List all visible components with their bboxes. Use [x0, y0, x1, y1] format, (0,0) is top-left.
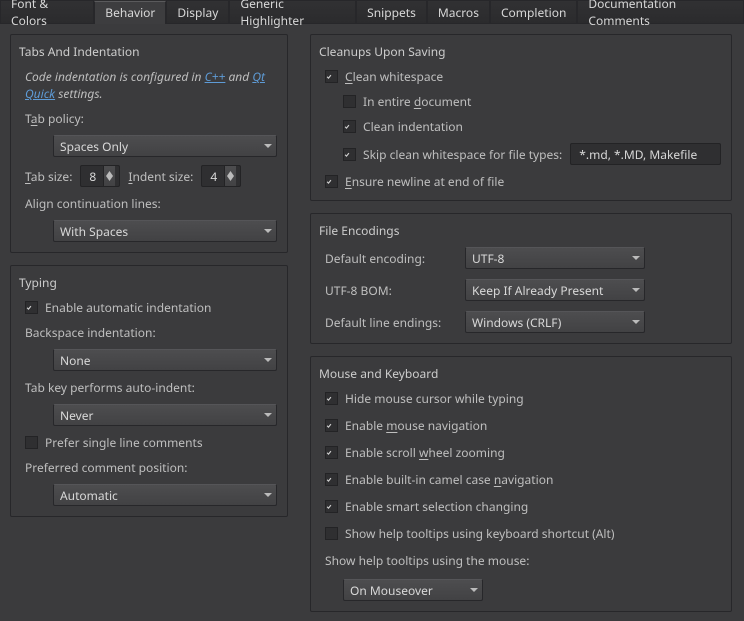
line-endings-label: Default line endings:: [325, 314, 455, 331]
comment-pos-label: Preferred comment position:: [25, 459, 277, 476]
link-cpp[interactable]: C++: [205, 68, 226, 85]
chevron-down-icon: [264, 136, 272, 156]
typing-section: Typing Enable automatic indentation Back…: [10, 265, 288, 517]
tab-doc-comments[interactable]: Documentation Comments: [577, 0, 744, 23]
wheel-zoom-checkbox[interactable]: Enable scroll wheel zooming: [325, 444, 721, 461]
tabkey-label: Tab key performs auto-indent:: [25, 379, 277, 396]
tab-display[interactable]: Display: [166, 0, 229, 23]
indent-note: Code indentation is configured in C++ an…: [25, 68, 277, 102]
file-encodings-section: File Encodings Default encoding: UTF-8 U…: [310, 213, 732, 344]
backspace-label: Backspace indentation:: [25, 324, 277, 341]
utf8-bom-combo[interactable]: Keep If Already Present: [465, 279, 645, 301]
clean-indentation-checkbox[interactable]: Clean indentation: [343, 118, 721, 135]
align-label: Align continuation lines:: [25, 195, 277, 212]
tab-font-colors[interactable]: Font & Colors: [0, 0, 94, 23]
backspace-combo[interactable]: None: [53, 349, 277, 371]
tab-generic-highlighter[interactable]: Generic Highlighter: [229, 0, 356, 23]
tab-behavior[interactable]: Behavior: [94, 1, 166, 24]
settings-tabbar: Font & Colors Behavior Display Generic H…: [0, 0, 744, 24]
help-tooltips-mouse-combo[interactable]: On Mouseover: [343, 579, 483, 601]
tab-policy-label: Tab policy:: [25, 110, 277, 127]
clean-whitespace-checkbox[interactable]: Clean whitespace: [325, 68, 721, 85]
ensure-newline-checkbox[interactable]: Ensure newline at end of file: [325, 173, 721, 190]
tab-size-spin[interactable]: [80, 165, 120, 187]
default-encoding-combo[interactable]: UTF-8: [465, 247, 645, 269]
prefer-single-line-checkbox[interactable]: Prefer single line comments: [25, 434, 277, 451]
default-encoding-label: Default encoding:: [325, 250, 455, 267]
indent-size-label: Indent size:: [128, 168, 193, 185]
chevron-down-icon: [632, 248, 640, 268]
line-endings-combo[interactable]: Windows (CRLF): [465, 311, 645, 333]
camel-case-checkbox[interactable]: Enable built-in camel case navigation: [325, 471, 721, 488]
skip-clean-ws-checkbox[interactable]: Skip clean whitespace for file types:: [343, 146, 562, 163]
tab-macros[interactable]: Macros: [427, 0, 490, 23]
help-tooltips-alt-checkbox[interactable]: Show help tooltips using keyboard shortc…: [325, 525, 721, 542]
chevron-down-icon: [264, 485, 272, 505]
tab-completion[interactable]: Completion: [490, 0, 577, 23]
chevron-down-icon: [632, 312, 640, 332]
smart-selection-checkbox[interactable]: Enable smart selection changing: [325, 498, 721, 515]
chevron-down-icon: [264, 350, 272, 370]
in-entire-document-checkbox[interactable]: In entire document: [343, 93, 721, 110]
indent-size-spin[interactable]: [201, 165, 241, 187]
tabs-indentation-section: Tabs And Indentation Code indentation is…: [10, 34, 288, 253]
section-title: Cleanups Upon Saving: [311, 35, 731, 66]
tab-size-label: Tab size:: [25, 168, 72, 185]
spinner-arrows-icon[interactable]: [103, 166, 115, 186]
section-title: Tabs And Indentation: [11, 35, 287, 66]
spinner-arrows-icon[interactable]: [224, 166, 236, 186]
chevron-down-icon: [470, 580, 478, 600]
chevron-down-icon: [264, 221, 272, 241]
mouse-keyboard-section: Mouse and Keyboard Hide mouse cursor whi…: [310, 356, 732, 612]
skip-filetypes-input[interactable]: [570, 143, 721, 165]
enable-auto-indent-checkbox[interactable]: Enable automatic indentation: [25, 299, 277, 316]
help-tooltips-mouse-label: Show help tooltips using the mouse:: [325, 552, 721, 569]
chevron-down-icon: [632, 280, 640, 300]
section-title: Typing: [11, 266, 287, 297]
comment-pos-combo[interactable]: Automatic: [53, 484, 277, 506]
section-title: File Encodings: [311, 214, 731, 245]
tab-policy-combo[interactable]: Spaces Only: [53, 135, 277, 157]
hide-cursor-checkbox[interactable]: Hide mouse cursor while typing: [325, 390, 721, 407]
section-title: Mouse and Keyboard: [311, 357, 731, 388]
tab-snippets[interactable]: Snippets: [356, 0, 427, 23]
utf8-bom-label: UTF-8 BOM:: [325, 282, 455, 299]
mouse-nav-checkbox[interactable]: Enable mouse navigation: [325, 417, 721, 434]
cleanups-section: Cleanups Upon Saving Clean whitespace In…: [310, 34, 732, 201]
tabkey-combo[interactable]: Never: [53, 404, 277, 426]
align-combo[interactable]: With Spaces: [53, 220, 277, 242]
chevron-down-icon: [264, 405, 272, 425]
